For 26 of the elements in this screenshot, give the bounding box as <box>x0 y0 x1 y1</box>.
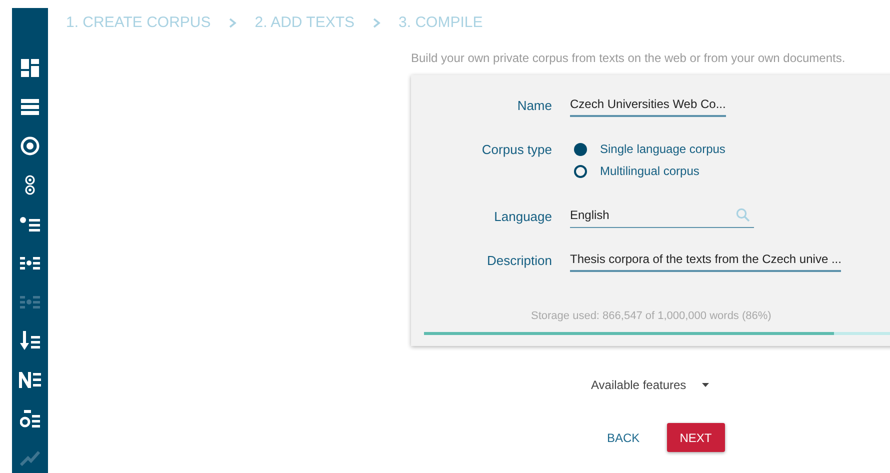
radio-button[interactable] <box>574 164 587 178</box>
sort-down-icon[interactable] <box>20 331 40 351</box>
field-label: Name <box>516 97 553 116</box>
field-label: Corpus type <box>480 141 553 159</box>
field-label: Language <box>493 208 553 226</box>
back-button[interactable]: BACK <box>597 423 650 452</box>
description-field[interactable]: Thesis corpora of the texts from the Czech unive ... <box>570 250 842 272</box>
chevron-icon <box>228 18 237 28</box>
features-dropdown[interactable]: Available features <box>591 376 710 394</box>
radio-label: Single language corpus <box>600 141 726 158</box>
list-icon[interactable] <box>21 97 39 117</box>
chevron-icon <box>372 18 381 28</box>
language-field[interactable]: English <box>570 206 754 228</box>
numbered-list-icon[interactable] <box>19 370 41 390</box>
name-field[interactable]: Czech Universities Web Co... <box>570 95 726 117</box>
dashboard-icon[interactable] <box>21 58 39 78</box>
next-button[interactable]: NEXT <box>666 423 725 452</box>
target-icon[interactable] <box>20 136 40 156</box>
radio-button[interactable] <box>574 142 587 156</box>
radio-label: Multilingual corpus <box>600 163 700 180</box>
key-list-icon[interactable] <box>20 409 40 429</box>
caret-icon <box>702 383 710 387</box>
field-label: Description <box>486 252 553 270</box>
storage-text: Storage used: 866,547 of 1,000,000 words (86%) <box>530 309 772 324</box>
bullet-list-icon[interactable] <box>20 214 40 234</box>
intro-text: Build your own private corpus from texts on the web or from your own documents. <box>411 50 846 67</box>
